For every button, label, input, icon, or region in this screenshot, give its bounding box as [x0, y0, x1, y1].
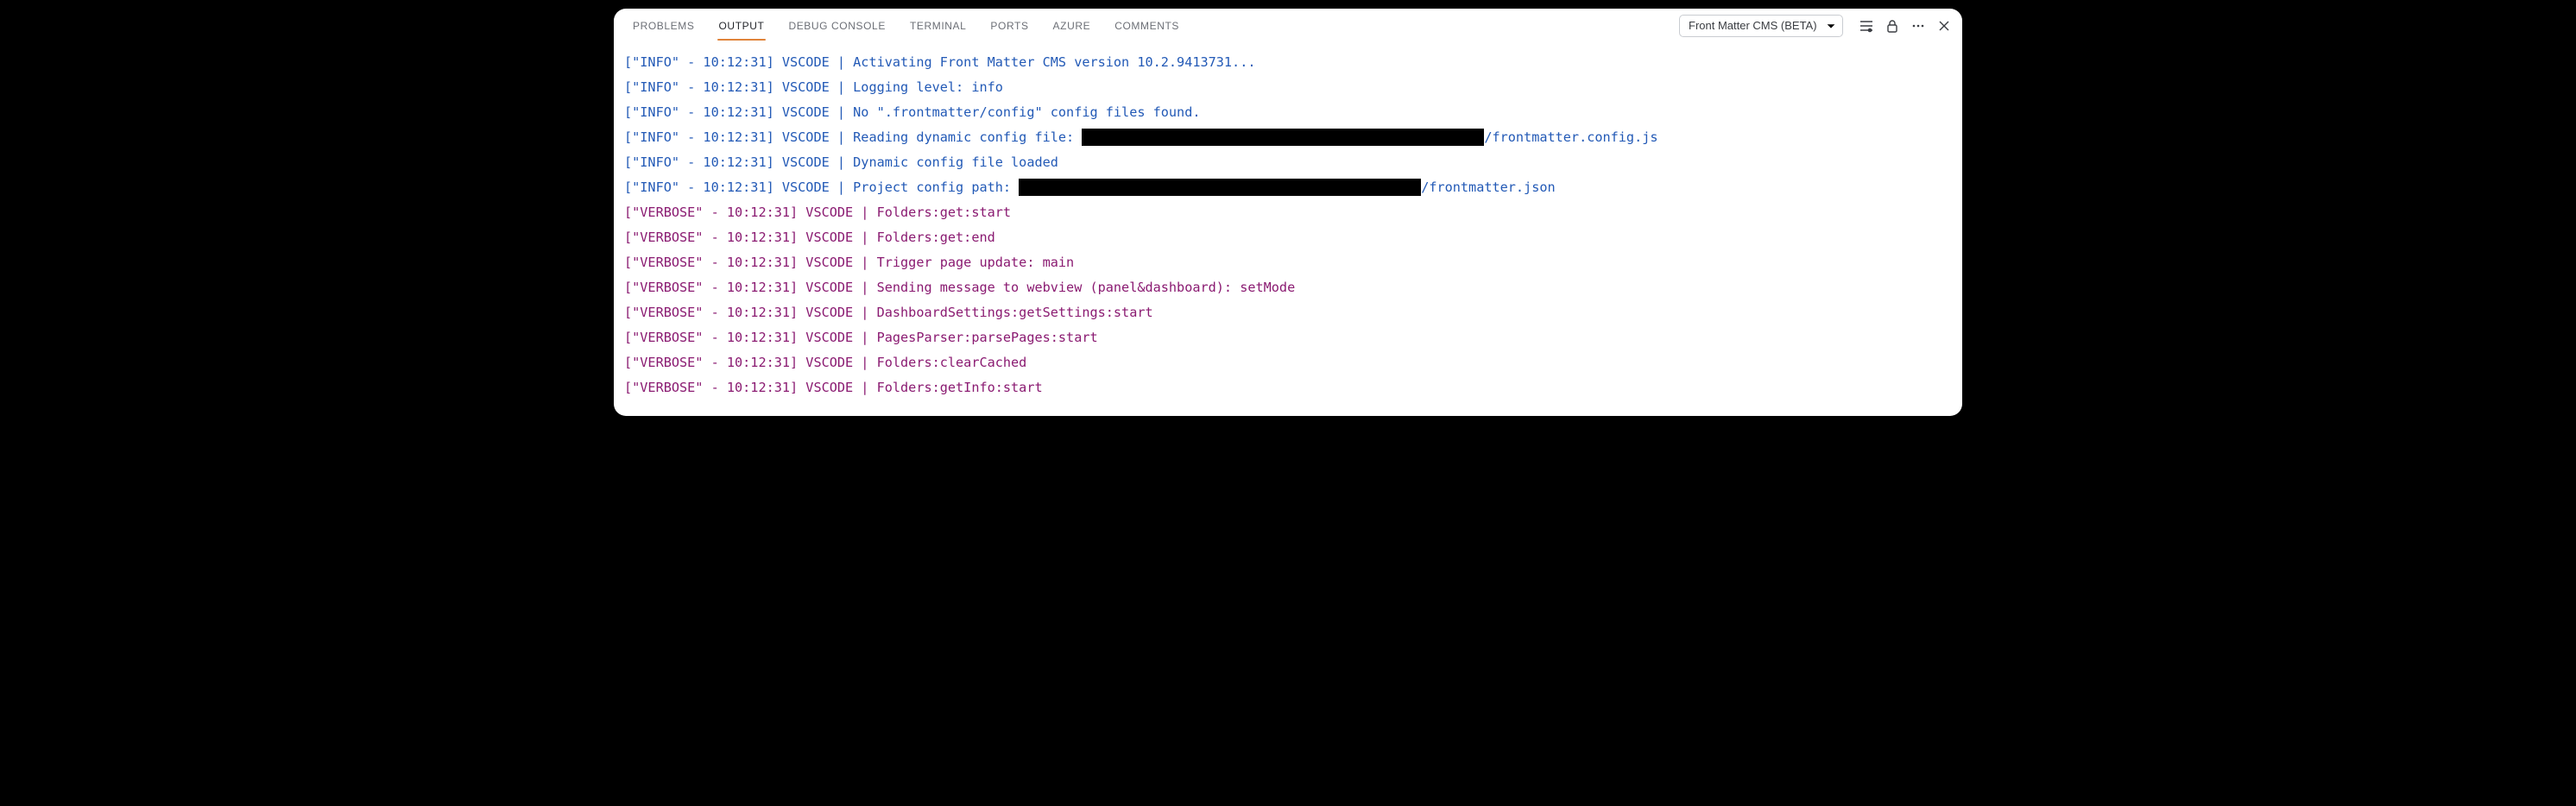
redacted-path: [1019, 179, 1421, 196]
log-line: ["VERBOSE" - 10:12:31] VSCODE | PagesPar…: [624, 325, 1952, 350]
filter-icon[interactable]: [1859, 18, 1874, 34]
chevron-down-icon: [1825, 20, 1837, 32]
log-line: ["VERBOSE" - 10:12:31] VSCODE | Trigger …: [624, 250, 1952, 275]
tab-problems[interactable]: PROBLEMS: [624, 11, 704, 40]
log-line: ["INFO" - 10:12:31] VSCODE | Reading dyn…: [624, 125, 1952, 150]
log-line: ["INFO" - 10:12:31] VSCODE | Logging lev…: [624, 75, 1952, 100]
lock-icon[interactable]: [1885, 18, 1900, 34]
tab-output[interactable]: OUTPUT: [710, 11, 773, 40]
tab-azure[interactable]: AZURE: [1045, 11, 1100, 40]
tab-terminal[interactable]: TERMINAL: [901, 11, 975, 40]
output-console[interactable]: ["INFO" - 10:12:31] VSCODE | Activating …: [614, 43, 1962, 416]
log-line: ["VERBOSE" - 10:12:31] VSCODE | Sending …: [624, 275, 1952, 300]
log-line: ["VERBOSE" - 10:12:31] VSCODE | Folders:…: [624, 225, 1952, 250]
log-line: ["INFO" - 10:12:31] VSCODE | No ".frontm…: [624, 100, 1952, 125]
log-line: ["INFO" - 10:12:31] VSCODE | Activating …: [624, 50, 1952, 75]
redacted-path: [1082, 129, 1484, 146]
output-panel-window: PROBLEMSOUTPUTDEBUG CONSOLETERMINALPORTS…: [614, 9, 1962, 416]
output-channel-label: Front Matter CMS (BETA): [1689, 19, 1817, 32]
panel-tabs: PROBLEMSOUTPUTDEBUG CONSOLETERMINALPORTS…: [614, 9, 1962, 43]
tab-debug-console[interactable]: DEBUG CONSOLE: [780, 11, 894, 40]
log-line: ["INFO" - 10:12:31] VSCODE | Project con…: [624, 175, 1952, 200]
log-line: ["VERBOSE" - 10:12:31] VSCODE | Folders:…: [624, 350, 1952, 375]
log-line: ["VERBOSE" - 10:12:31] VSCODE | Folders:…: [624, 200, 1952, 225]
tab-comments[interactable]: COMMENTS: [1106, 11, 1188, 40]
more-icon[interactable]: [1910, 18, 1926, 34]
tab-ports[interactable]: PORTS: [982, 11, 1037, 40]
log-line: ["VERBOSE" - 10:12:31] VSCODE | Folders:…: [624, 375, 1952, 400]
output-toolbar: [1850, 18, 1952, 34]
log-line: ["INFO" - 10:12:31] VSCODE | Dynamic con…: [624, 150, 1952, 175]
output-channel-select[interactable]: Front Matter CMS (BETA): [1679, 15, 1843, 37]
close-icon[interactable]: [1936, 18, 1952, 34]
log-line: ["VERBOSE" - 10:12:31] VSCODE | Dashboar…: [624, 300, 1952, 325]
